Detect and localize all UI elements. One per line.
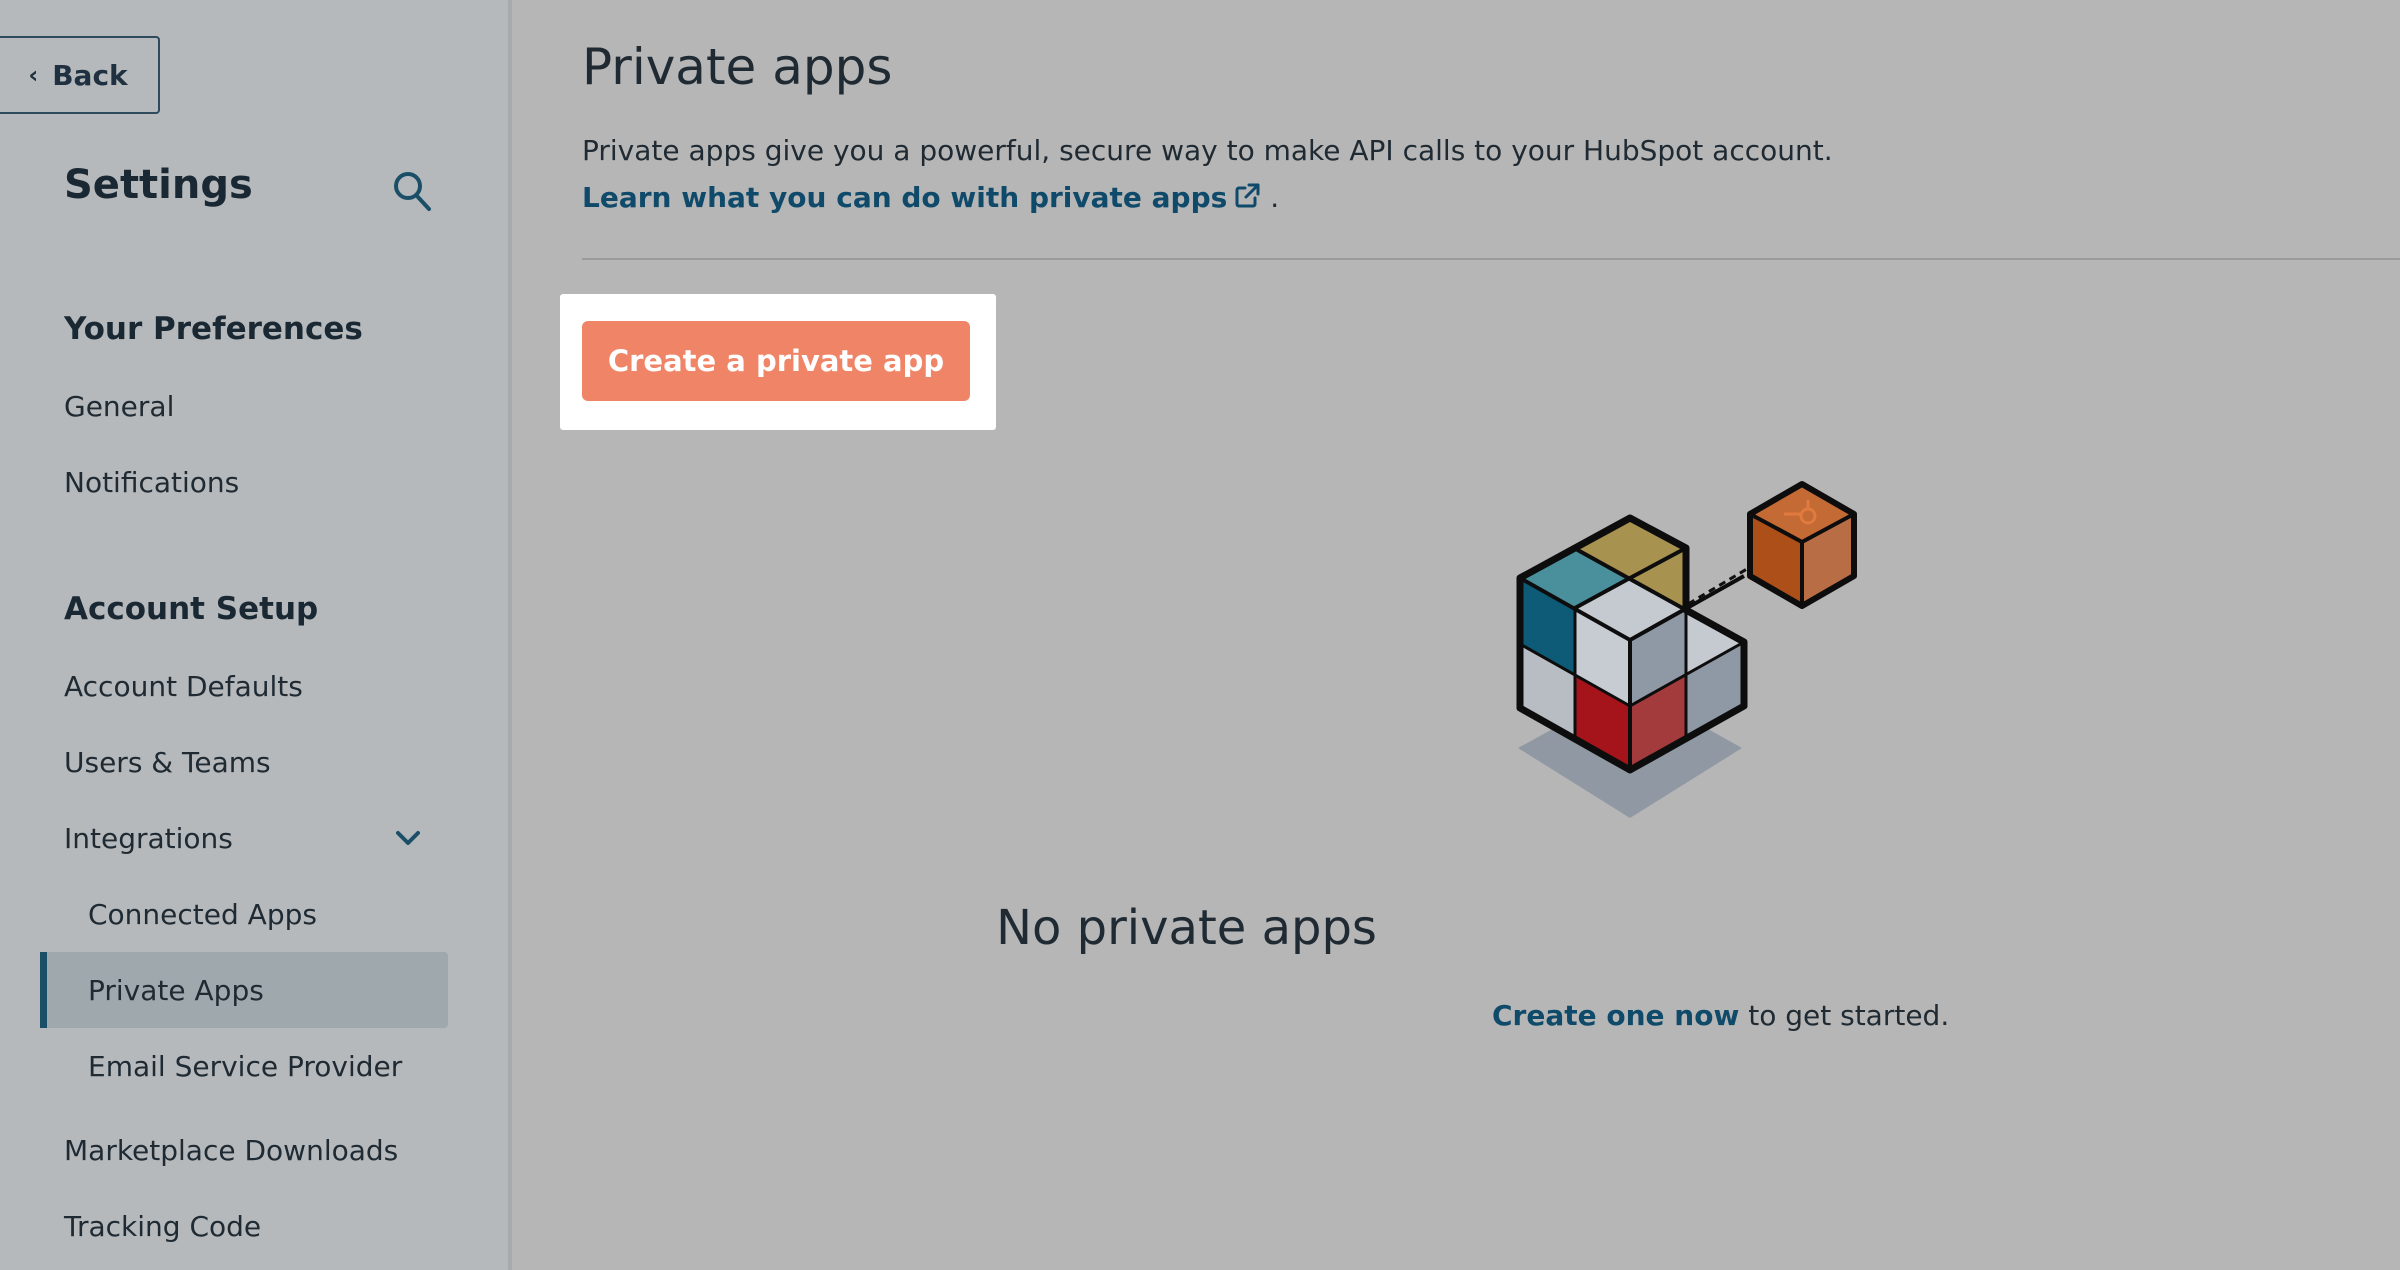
sidebar-item-marketplace-downloads[interactable]: Marketplace Downloads	[64, 1134, 398, 1167]
page-title: Private apps	[582, 38, 893, 96]
sidebar-item-account-defaults[interactable]: Account Defaults	[64, 670, 303, 703]
sidebar-item-email-service-provider[interactable]: Email Service Provider	[88, 1050, 402, 1083]
learn-more-suffix: .	[1270, 181, 1280, 214]
sidebar-item-tracking-code[interactable]: Tracking Code	[64, 1210, 261, 1243]
empty-state-subtitle: Create one now to get started.	[1492, 999, 1949, 1032]
page-description: Private apps give you a powerful, secure…	[582, 134, 1833, 167]
empty-state-suffix: to get started.	[1739, 999, 1950, 1032]
back-button[interactable]: ‹ Back	[0, 36, 160, 114]
sidebar-item-users-teams[interactable]: Users & Teams	[64, 746, 271, 779]
main-content: Private apps Private apps give you a pow…	[512, 0, 2400, 1270]
back-label: Back	[52, 58, 128, 92]
search-icon[interactable]	[392, 170, 432, 212]
sidebar-item-general[interactable]: General	[64, 390, 174, 423]
header-divider	[582, 258, 2400, 260]
section-account-setup: Account Setup	[64, 591, 319, 627]
learn-more-line: Learn what you can do with private apps …	[582, 181, 1279, 214]
create-one-now-link[interactable]: Create one now	[1492, 999, 1739, 1032]
cube-illustration	[1516, 481, 1857, 818]
chevron-left-icon: ‹	[28, 61, 39, 89]
learn-more-link[interactable]: Learn what you can do with private apps	[582, 181, 1261, 214]
sidebar-item-private-apps[interactable]: Private Apps	[88, 974, 264, 1007]
settings-title: Settings	[64, 162, 253, 208]
empty-state-title: No private apps	[996, 900, 1377, 956]
sidebar-active-indicator	[40, 952, 47, 1028]
sidebar-item-notifications[interactable]: Notifications	[64, 466, 239, 499]
section-your-preferences: Your Preferences	[64, 311, 363, 347]
chevron-down-icon[interactable]	[392, 822, 424, 854]
settings-sidebar: ‹ Back Settings Your Preferences General…	[0, 0, 512, 1270]
external-link-icon	[1235, 183, 1260, 208]
create-private-app-button[interactable]: Create a private app	[582, 321, 970, 401]
sidebar-item-integrations[interactable]: Integrations	[64, 822, 233, 855]
